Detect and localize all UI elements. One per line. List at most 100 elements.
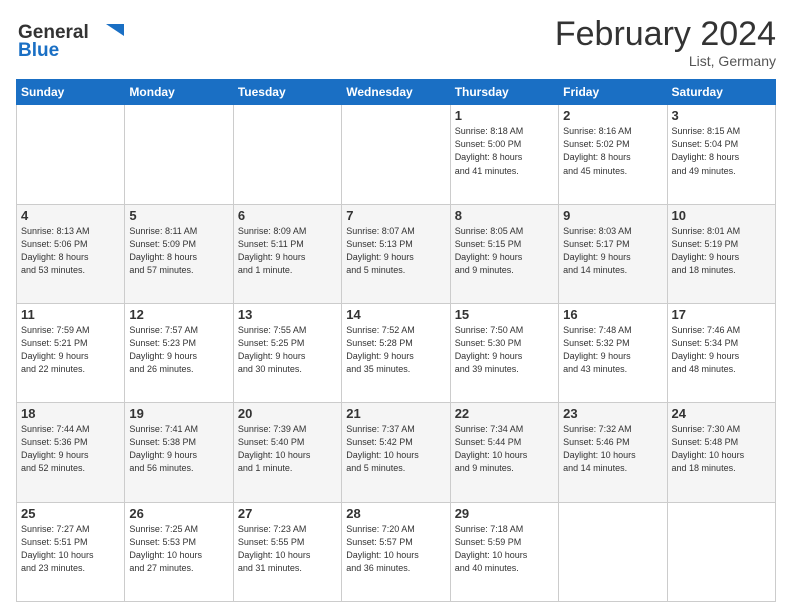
col-header-thursday: Thursday [450,80,558,105]
calendar-cell: 12 Sunrise: 7:57 AM Sunset: 5:23 PM Dayli… [125,304,233,403]
day-detail: Sunrise: 8:15 AM Sunset: 5:04 PM Dayligh… [672,125,771,177]
day-detail: Sunrise: 7:44 AM Sunset: 5:36 PM Dayligh… [21,423,120,475]
day-number: 6 [238,208,337,223]
day-number: 14 [346,307,445,322]
calendar-cell: 27 Sunrise: 7:23 AM Sunset: 5:55 PM Dayli… [233,502,341,601]
day-detail: Sunrise: 7:46 AM Sunset: 5:34 PM Dayligh… [672,324,771,376]
day-detail: Sunrise: 8:09 AM Sunset: 5:11 PM Dayligh… [238,225,337,277]
day-number: 9 [563,208,662,223]
day-number: 10 [672,208,771,223]
day-detail: Sunrise: 8:03 AM Sunset: 5:17 PM Dayligh… [563,225,662,277]
day-number: 16 [563,307,662,322]
col-header-sunday: Sunday [17,80,125,105]
page: General Blue February 2024 List, Germany… [0,0,792,612]
day-number: 11 [21,307,120,322]
calendar-cell: 10Sunrise: 8:01 AM Sunset: 5:19 PM Dayli… [667,204,775,303]
day-number: 24 [672,406,771,421]
day-number: 13 [238,307,337,322]
title-block: February 2024 List, Germany [555,16,776,69]
day-detail: Sunrise: 8:07 AM Sunset: 5:13 PM Dayligh… [346,225,445,277]
day-detail: Sunrise: 7:30 AM Sunset: 5:48 PM Dayligh… [672,423,771,475]
calendar-cell: 3 Sunrise: 8:15 AM Sunset: 5:04 PM Daylig… [667,105,775,204]
day-detail: Sunrise: 7:37 AM Sunset: 5:42 PM Dayligh… [346,423,445,475]
month-title: February 2024 [555,16,776,53]
day-number: 5 [129,208,228,223]
day-detail: Sunrise: 8:05 AM Sunset: 5:15 PM Dayligh… [455,225,554,277]
header-row: SundayMondayTuesdayWednesdayThursdayFrid… [17,80,776,105]
calendar-cell: 8 Sunrise: 8:05 AM Sunset: 5:15 PM Daylig… [450,204,558,303]
calendar-cell [342,105,450,204]
calendar-cell: 28Sunrise: 7:20 AM Sunset: 5:57 PM Dayli… [342,502,450,601]
calendar-cell: 1 Sunrise: 8:18 AM Sunset: 5:00 PM Daylig… [450,105,558,204]
calendar-cell: 18 Sunrise: 7:44 AM Sunset: 5:36 PM Dayli… [17,403,125,502]
day-number: 8 [455,208,554,223]
calendar-cell: 9 Sunrise: 8:03 AM Sunset: 5:17 PM Daylig… [559,204,667,303]
day-number: 12 [129,307,228,322]
col-header-tuesday: Tuesday [233,80,341,105]
calendar-cell [233,105,341,204]
day-number: 18 [21,406,120,421]
calendar-cell: 23 Sunrise: 7:32 AM Sunset: 5:46 PM Dayli… [559,403,667,502]
day-detail: Sunrise: 7:57 AM Sunset: 5:23 PM Dayligh… [129,324,228,376]
calendar-cell: 26 Sunrise: 7:25 AM Sunset: 5:53 PM Dayli… [125,502,233,601]
calendar-cell [17,105,125,204]
calendar-cell: 4 Sunrise: 8:13 AM Sunset: 5:06 PM Daylig… [17,204,125,303]
day-number: 22 [455,406,554,421]
calendar-cell: 29Sunrise: 7:18 AM Sunset: 5:59 PM Dayli… [450,502,558,601]
calendar-cell: 16 Sunrise: 7:48 AM Sunset: 5:32 PM Dayli… [559,304,667,403]
logo-text: General Blue [16,16,126,66]
calendar-cell: 24 Sunrise: 7:30 AM Sunset: 5:48 PM Dayli… [667,403,775,502]
svg-text:Blue: Blue [18,40,59,61]
day-detail: Sunrise: 7:41 AM Sunset: 5:38 PM Dayligh… [129,423,228,475]
calendar-cell: 15 Sunrise: 7:50 AM Sunset: 5:30 PM Dayli… [450,304,558,403]
calendar-cell: 25 Sunrise: 7:27 AM Sunset: 5:51 PM Dayli… [17,502,125,601]
day-number: 26 [129,506,228,521]
col-header-friday: Friday [559,80,667,105]
calendar-cell: 22 Sunrise: 7:34 AM Sunset: 5:44 PM Dayli… [450,403,558,502]
day-number: 1 [455,108,554,123]
calendar-week-3: 11 Sunrise: 7:59 AM Sunset: 5:21 PM Dayli… [17,304,776,403]
day-detail: Sunrise: 7:50 AM Sunset: 5:30 PM Dayligh… [455,324,554,376]
day-detail: Sunrise: 7:23 AM Sunset: 5:55 PM Dayligh… [238,523,337,575]
calendar-cell: 11 Sunrise: 7:59 AM Sunset: 5:21 PM Dayli… [17,304,125,403]
day-detail: Sunrise: 7:59 AM Sunset: 5:21 PM Dayligh… [21,324,120,376]
day-detail: Sunrise: 8:18 AM Sunset: 5:00 PM Dayligh… [455,125,554,177]
day-detail: Sunrise: 7:20 AM Sunset: 5:57 PM Dayligh… [346,523,445,575]
calendar-week-2: 4 Sunrise: 8:13 AM Sunset: 5:06 PM Daylig… [17,204,776,303]
calendar-week-4: 18 Sunrise: 7:44 AM Sunset: 5:36 PM Dayli… [17,403,776,502]
day-detail: Sunrise: 7:39 AM Sunset: 5:40 PM Dayligh… [238,423,337,475]
day-number: 19 [129,406,228,421]
calendar-week-1: 1 Sunrise: 8:18 AM Sunset: 5:00 PM Daylig… [17,105,776,204]
day-number: 29 [455,506,554,521]
day-detail: Sunrise: 8:16 AM Sunset: 5:02 PM Dayligh… [563,125,662,177]
day-detail: Sunrise: 7:32 AM Sunset: 5:46 PM Dayligh… [563,423,662,475]
calendar-cell: 19 Sunrise: 7:41 AM Sunset: 5:38 PM Dayli… [125,403,233,502]
day-number: 4 [21,208,120,223]
calendar-week-5: 25 Sunrise: 7:27 AM Sunset: 5:51 PM Dayli… [17,502,776,601]
day-number: 23 [563,406,662,421]
day-number: 27 [238,506,337,521]
day-number: 25 [21,506,120,521]
day-number: 2 [563,108,662,123]
calendar-cell: 13 Sunrise: 7:55 AM Sunset: 5:25 PM Dayli… [233,304,341,403]
day-number: 21 [346,406,445,421]
day-detail: Sunrise: 7:27 AM Sunset: 5:51 PM Dayligh… [21,523,120,575]
day-detail: Sunrise: 7:34 AM Sunset: 5:44 PM Dayligh… [455,423,554,475]
day-detail: Sunrise: 7:55 AM Sunset: 5:25 PM Dayligh… [238,324,337,376]
day-number: 7 [346,208,445,223]
day-detail: Sunrise: 8:13 AM Sunset: 5:06 PM Dayligh… [21,225,120,277]
col-header-wednesday: Wednesday [342,80,450,105]
day-number: 17 [672,307,771,322]
calendar-cell [559,502,667,601]
col-header-saturday: Saturday [667,80,775,105]
calendar-cell: 21 Sunrise: 7:37 AM Sunset: 5:42 PM Dayli… [342,403,450,502]
day-detail: Sunrise: 7:25 AM Sunset: 5:53 PM Dayligh… [129,523,228,575]
day-number: 3 [672,108,771,123]
calendar-cell: 6 Sunrise: 8:09 AM Sunset: 5:11 PM Daylig… [233,204,341,303]
calendar-cell [125,105,233,204]
calendar-cell: 5Sunrise: 8:11 AM Sunset: 5:09 PM Daylig… [125,204,233,303]
day-number: 20 [238,406,337,421]
day-number: 15 [455,307,554,322]
day-detail: Sunrise: 7:48 AM Sunset: 5:32 PM Dayligh… [563,324,662,376]
logo: General Blue [16,16,126,66]
